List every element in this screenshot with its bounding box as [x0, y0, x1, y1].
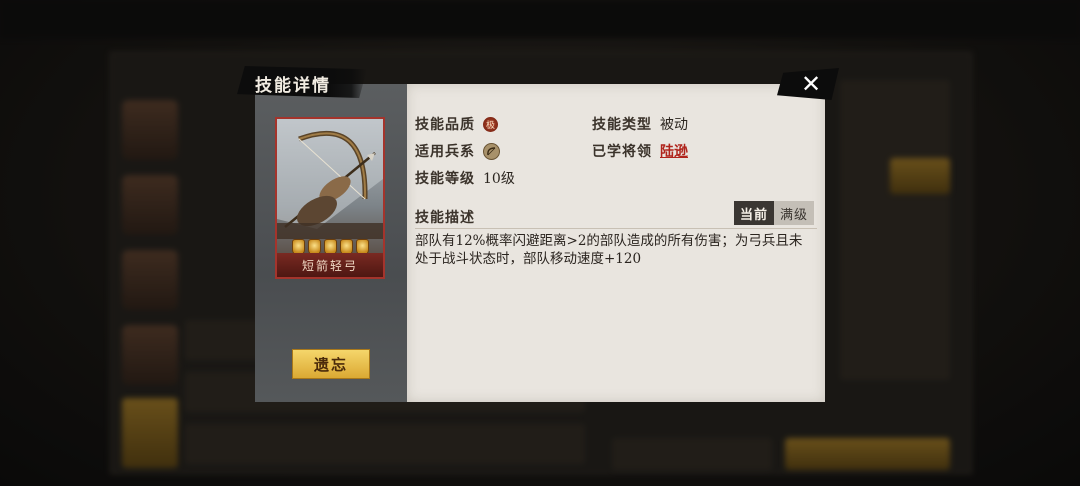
bow-icon [483, 142, 500, 160]
modal-title: 技能详情 [255, 76, 331, 96]
troop-type-label: 适用兵系 [415, 144, 475, 160]
skill-level-label: 技能等级 [415, 171, 475, 187]
skill-type-value: 被动 [660, 117, 688, 133]
learned-general-link[interactable]: 陆逊 [660, 141, 688, 161]
tab-max-level[interactable]: 满级 [774, 201, 815, 225]
quality-badge-icon: 极 [483, 116, 498, 132]
skill-level-value: 10级 [483, 171, 515, 187]
skill-card: 短箭轻弓 [275, 117, 385, 279]
skill-type-label: 技能类型 [592, 117, 652, 133]
skill-info-pane: 技能品质 极 技能类型 被动 适用兵系 已学将领 陆逊 技能等级 10级 技能描… [407, 84, 825, 402]
troop-type-row: 适用兵系 [415, 141, 500, 161]
level-toggle: 当前 满级 [734, 201, 815, 225]
skill-card-name: 短箭轻弓 [277, 253, 383, 277]
divider [415, 228, 817, 229]
tab-current-level[interactable]: 当前 [734, 201, 775, 225]
skill-card-pane: 短箭轻弓 遗忘 [255, 84, 407, 402]
skill-type-row: 技能类型 被动 [592, 114, 688, 134]
learned-general-label: 已学将领 [592, 144, 652, 160]
close-icon[interactable]: ✕ [795, 69, 827, 99]
skill-description-text: 部队有12%概率闪避距离>2的部队造成的所有伤害；为弓兵且未处于战斗状态时，部队… [415, 233, 803, 267]
skill-level-row: 技能等级 10级 [415, 168, 515, 188]
skill-quality-label: 技能品质 [415, 117, 475, 133]
skill-detail-modal: 短箭轻弓 遗忘 技能品质 极 技能类型 被动 适用兵系 已学将领 陆逊 技能等级… [237, 66, 839, 402]
description-title: 技能描述 [415, 210, 475, 226]
forget-button[interactable]: 遗忘 [292, 349, 370, 379]
skill-quality-row: 技能品质 极 [415, 114, 498, 134]
learned-general-row: 已学将领 陆逊 [592, 141, 688, 161]
